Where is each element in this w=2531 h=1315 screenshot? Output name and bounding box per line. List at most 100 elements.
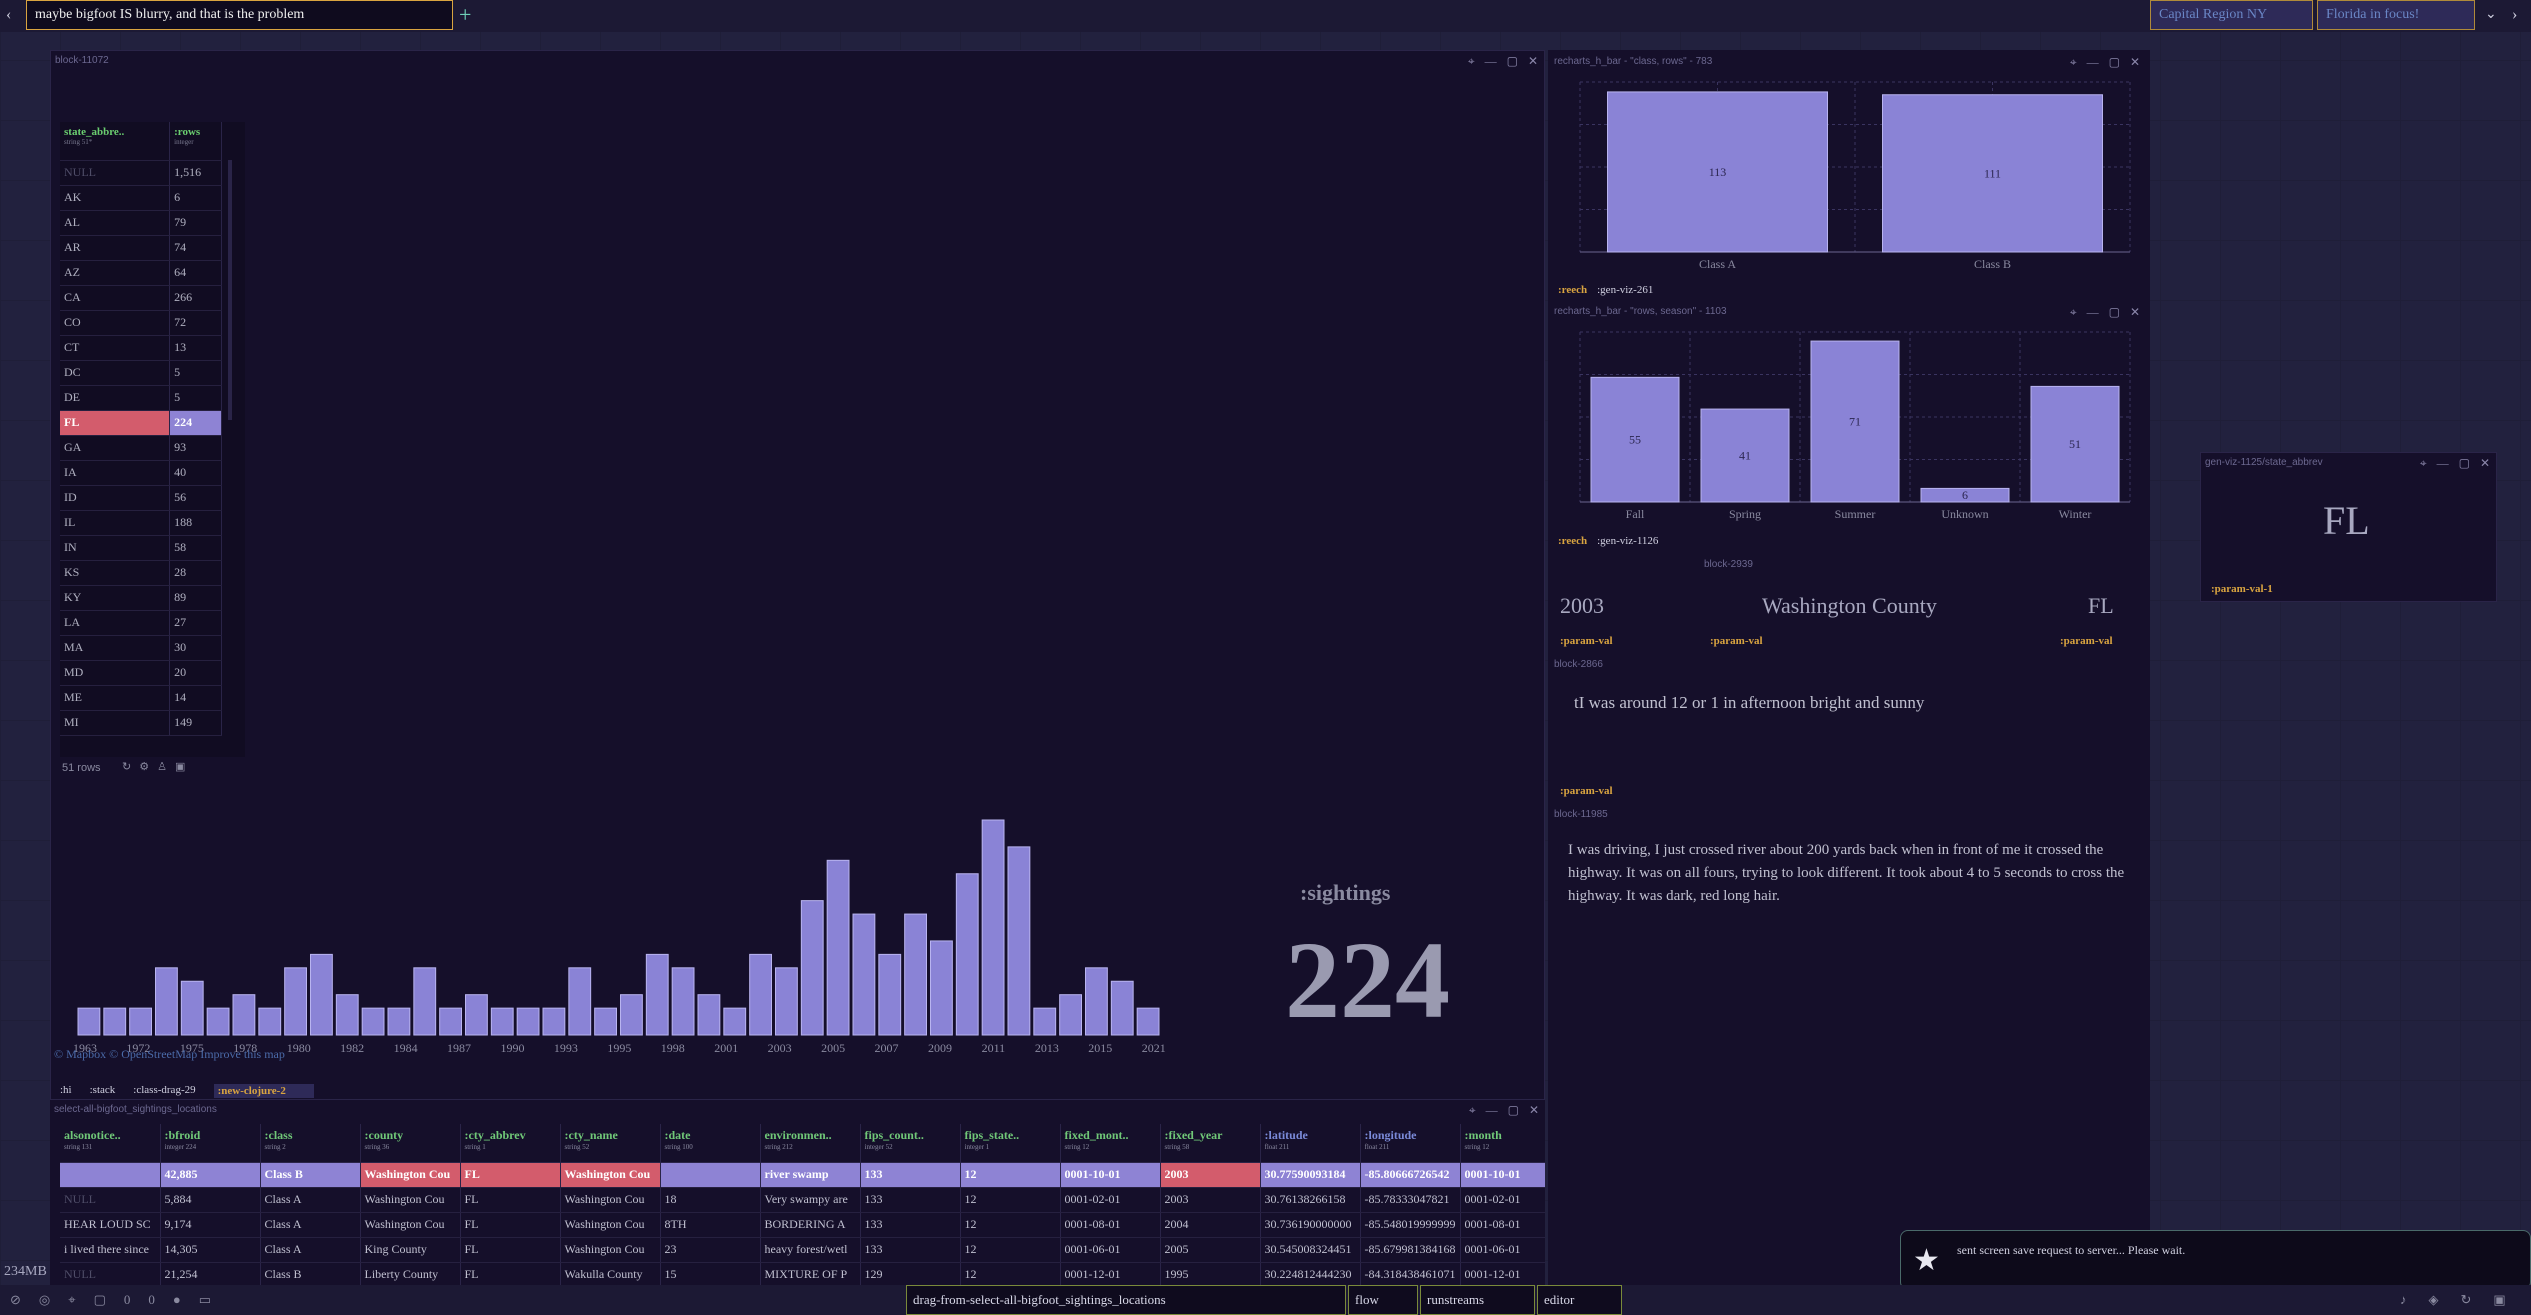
layers-icon[interactable]: ◈ <box>2429 1292 2439 1308</box>
bottom-tab-drag[interactable]: drag-from-select-all-bigfoot_sightings_l… <box>906 1285 1346 1315</box>
table-row[interactable]: IL 188 <box>60 510 222 536</box>
minimize-icon[interactable]: — <box>1486 1103 1498 1118</box>
minimize-icon[interactable]: — <box>1485 54 1497 69</box>
chat-icon[interactable]: ▭ <box>199 1292 211 1308</box>
table-row[interactable]: CT 13 <box>60 335 222 361</box>
table-row[interactable]: LA 27 <box>60 610 222 636</box>
pin-icon[interactable]: ⌖ <box>1468 54 1475 69</box>
column-header[interactable]: :county string 36 <box>360 1124 461 1163</box>
table-row[interactable]: AR 74 <box>60 235 222 261</box>
tab-capital-region[interactable]: Capital Region NY <box>2150 0 2313 30</box>
refresh-icon[interactable]: ↻ <box>122 760 131 773</box>
viz-tag[interactable]: :gen-viz-1126 <box>1597 535 1658 547</box>
pin-icon[interactable]: ⌖ <box>2070 55 2077 70</box>
table-row[interactable]: AL 79 <box>60 210 222 236</box>
column-header[interactable]: environmen.. string 212 <box>760 1124 861 1163</box>
table-row[interactable]: ID 56 <box>60 485 222 511</box>
table-row[interactable]: CA 266 <box>60 285 222 311</box>
column-header[interactable]: alsonotice.. string 131 <box>60 1124 161 1163</box>
image-icon[interactable]: ▣ <box>175 760 185 773</box>
hide-icon[interactable]: ◎ <box>39 1292 50 1308</box>
pin-icon[interactable]: ⌖ <box>2070 305 2077 320</box>
state-col-header[interactable]: :rows integer <box>169 122 222 161</box>
column-header[interactable]: fips_count.. integer 52 <box>860 1124 961 1163</box>
param-tag[interactable]: :param-val <box>1560 785 1613 797</box>
pin-icon[interactable]: ⌖ <box>2420 456 2427 471</box>
maximize-icon[interactable]: ▢ <box>1507 54 1518 69</box>
chevron-down-icon[interactable]: ⌄ <box>2485 6 2497 23</box>
minimize-icon[interactable]: — <box>2087 305 2099 320</box>
column-header[interactable]: :date string 100 <box>660 1124 761 1163</box>
table-row[interactable]: FL 224 <box>60 410 222 436</box>
column-header[interactable]: :month string 12 <box>1460 1124 1545 1163</box>
reech-tag[interactable]: :reech <box>1558 284 1587 296</box>
table-row[interactable]: MA 30 <box>60 635 222 661</box>
user-icon[interactable]: ♙ <box>157 760 167 773</box>
settings-icon[interactable]: ⚙ <box>139 760 149 773</box>
table-row[interactable]: AK 6 <box>60 185 222 211</box>
column-header[interactable]: :bfroid integer 224 <box>160 1124 261 1163</box>
column-header[interactable]: :cty_name string 52 <box>560 1124 661 1163</box>
state-col-header[interactable]: state_abbre.. string 51* <box>60 122 171 161</box>
maximize-icon[interactable]: ▢ <box>2109 305 2120 320</box>
table-row[interactable]: i lived there since 14,305 Class A King Cou… <box>60 1237 1545 1263</box>
param-tag[interactable]: :param-val <box>1710 635 1763 647</box>
mic-icon[interactable]: ● <box>173 1292 181 1308</box>
pin-icon[interactable]: ⌖ <box>1469 1103 1476 1118</box>
zero-icon[interactable]: 0 <box>148 1292 155 1308</box>
column-header[interactable]: :cty_abbrev string 1 <box>460 1124 561 1163</box>
close-icon[interactable]: ✕ <box>2130 305 2140 320</box>
column-header[interactable]: :latitude float 211 <box>1260 1124 1361 1163</box>
back-button[interactable]: ‹ <box>6 6 11 24</box>
maximize-icon[interactable]: ▢ <box>2109 55 2120 70</box>
column-header[interactable]: fixed_mont.. string 12 <box>1060 1124 1161 1163</box>
save-icon[interactable]: ▣ <box>2493 1292 2505 1308</box>
table-row[interactable]: DE 5 <box>60 385 222 411</box>
viz-tag[interactable]: :gen-viz-261 <box>1597 284 1653 296</box>
table-row[interactable]: MD 20 <box>60 660 222 686</box>
map-attribution[interactable]: © Mapbox © OpenStreetMap Improve this ma… <box>54 1047 285 1062</box>
refresh-icon[interactable]: ↻ <box>2461 1292 2472 1308</box>
table-row[interactable]: KS 28 <box>60 560 222 586</box>
table-row[interactable]: NULL 21,254 Class B Liberty County FL Wakulla… <box>60 1262 1545 1288</box>
column-header[interactable]: :longitude float 211 <box>1360 1124 1461 1163</box>
table-row[interactable]: NULL 1,516 <box>60 160 222 186</box>
table-row[interactable]: MI 149 <box>60 710 222 736</box>
zero-icon[interactable]: 0 <box>124 1292 131 1308</box>
close-icon[interactable]: ✕ <box>1528 54 1538 69</box>
bottom-tab-editor[interactable]: editor <box>1537 1285 1622 1315</box>
table-row[interactable]: IN 58 <box>60 535 222 561</box>
tab-stack[interactable]: :stack <box>90 1084 116 1098</box>
close-icon[interactable]: ✕ <box>2130 55 2140 70</box>
table-row[interactable]: GA 93 <box>60 435 222 461</box>
maximize-icon[interactable]: ▢ <box>2459 456 2470 471</box>
maximize-icon[interactable]: ▢ <box>1508 1103 1519 1118</box>
pin-icon[interactable]: ⌖ <box>68 1292 75 1308</box>
tab-florida[interactable]: Florida in focus! <box>2317 0 2475 30</box>
column-header[interactable]: fips_state.. integer 1 <box>960 1124 1061 1163</box>
search-input[interactable]: maybe bigfoot IS blurry, and that is the… <box>26 0 453 30</box>
table-row[interactable]: CO 72 <box>60 310 222 336</box>
table-row[interactable]: AZ 64 <box>60 260 222 286</box>
close-icon[interactable]: ✕ <box>2480 456 2490 471</box>
table-row[interactable]: IA 40 <box>60 460 222 486</box>
box-icon[interactable]: ▢ <box>94 1292 106 1308</box>
column-header[interactable]: :class string 2 <box>260 1124 361 1163</box>
tab-class-drag[interactable]: :class-drag-29 <box>133 1084 195 1098</box>
add-tab-button[interactable]: + <box>459 2 471 28</box>
close-icon[interactable]: ✕ <box>1529 1103 1539 1118</box>
bottom-tab-flow[interactable]: flow <box>1348 1285 1418 1315</box>
table-row[interactable]: NULL 5,884 Class A Washington Cou FL Washingt… <box>60 1187 1545 1213</box>
table-row[interactable]: ME 14 <box>60 685 222 711</box>
table-row[interactable]: 42,885 Class B Washington Cou FL Washington … <box>60 1162 1545 1188</box>
forward-button[interactable]: › <box>2512 6 2517 24</box>
param-tag[interactable]: :param-val-1 <box>2211 583 2273 595</box>
bottom-tab-runstreams[interactable]: runstreams <box>1420 1285 1535 1315</box>
param-tag[interactable]: :param-val <box>1560 635 1613 647</box>
param-tag[interactable]: :param-val <box>2060 635 2113 647</box>
tab-new-clojure[interactable]: :new-clojure-2 <box>213 1084 314 1098</box>
minimize-icon[interactable]: — <box>2437 456 2449 471</box>
minimize-icon[interactable]: — <box>2087 55 2099 70</box>
table-row[interactable]: KY 89 <box>60 585 222 611</box>
table-row[interactable]: DC 5 <box>60 360 222 386</box>
